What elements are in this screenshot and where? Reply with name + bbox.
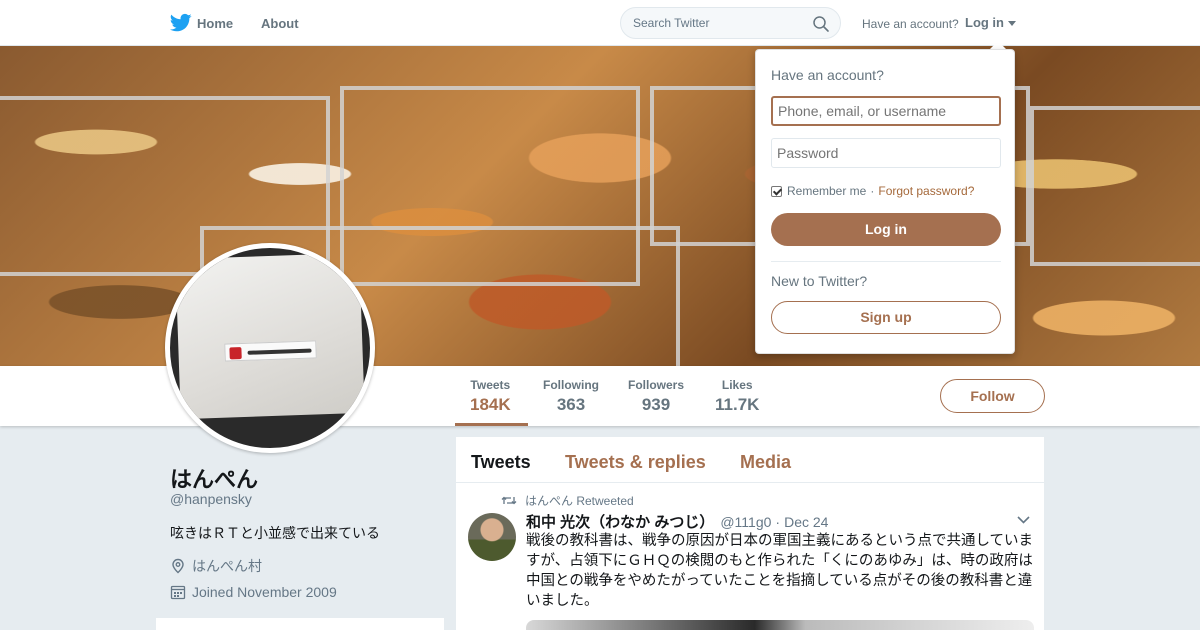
profile-location: はんぺん村	[170, 556, 262, 576]
profile-handle[interactable]: @hanpensky	[170, 491, 252, 507]
new-to-twitter-text: New to Twitter?	[771, 273, 868, 289]
tweet-author-avatar[interactable]	[468, 513, 516, 561]
stat-label: Tweets	[470, 378, 511, 392]
tweet-header: 和中 光次（わなか みつじ） @111g0 · Dec 24	[526, 511, 828, 532]
login-button[interactable]: Log in	[771, 213, 1001, 246]
location-text[interactable]: はんぺん村	[192, 556, 262, 576]
stat-following[interactable]: Following 363	[543, 378, 599, 415]
dropdown-divider	[771, 261, 1001, 262]
stat-label: Following	[543, 378, 599, 392]
sidebar-card	[156, 618, 444, 630]
tweet-timestamp[interactable]: Dec 24	[784, 514, 828, 530]
tab-media[interactable]: Media	[740, 452, 791, 473]
calendar-icon	[170, 585, 186, 600]
joined-text: Joined November 2009	[192, 584, 337, 600]
dropdown-title: Have an account?	[771, 67, 884, 83]
stat-likes[interactable]: Likes 11.7K	[715, 378, 759, 415]
nav-about-link[interactable]: About	[261, 16, 299, 31]
login-dropdown-toggle[interactable]: Log in	[965, 15, 1004, 30]
stat-value: 363	[556, 395, 586, 414]
profile-bio: 呟きはＲＴと小並感で出来ている	[170, 525, 380, 541]
retweeted-by-text[interactable]: はんぺん Retweeted	[525, 492, 634, 509]
label-ink	[247, 348, 312, 355]
stat-tweets[interactable]: Tweets 184K	[470, 378, 511, 415]
remember-me-checkbox[interactable]	[771, 185, 782, 197]
separator-dot: ·	[870, 184, 875, 198]
remember-me-label[interactable]: Remember me	[787, 184, 866, 198]
separator-dot: ·	[775, 514, 781, 530]
profile-name: はんぺん	[170, 467, 259, 492]
top-navigation: Home About Search Twitter Have an accoun…	[0, 0, 1200, 46]
retweet-context: はんぺん Retweeted	[501, 492, 634, 509]
username-field[interactable]	[771, 96, 1001, 126]
dropdown-arrow	[990, 41, 1006, 49]
have-account-text: Have an account?	[862, 17, 959, 31]
search-input[interactable]: Search Twitter	[620, 7, 841, 39]
forgot-password-link[interactable]: Forgot password?	[878, 184, 974, 198]
login-dropdown: Have an account? Remember me · Forgot pa…	[755, 49, 1015, 354]
caret-down-icon[interactable]	[1008, 21, 1016, 26]
product-label	[224, 340, 317, 362]
stat-value: 939	[641, 395, 671, 414]
tweet-author-handle[interactable]: @111g0	[720, 514, 771, 530]
active-stat-underline	[455, 423, 528, 426]
stat-label: Likes	[721, 378, 753, 392]
search-icon[interactable]	[812, 15, 830, 33]
tweet-media-image[interactable]	[526, 620, 1034, 630]
stat-value: 11.7K	[715, 395, 760, 414]
red-seal-icon	[229, 347, 242, 360]
tweet-text: 戦後の教科書は、戦争の原因が日本の軍国主義にあるという点で共通していますが、占領…	[526, 533, 1034, 609]
password-field[interactable]	[771, 138, 1001, 168]
remember-row: Remember me · Forgot password?	[771, 184, 974, 198]
location-pin-icon	[172, 558, 184, 574]
retweet-icon	[501, 496, 517, 505]
search-placeholder: Search Twitter	[633, 16, 710, 30]
stat-followers[interactable]: Followers 939	[628, 378, 684, 415]
follow-button[interactable]: Follow	[940, 379, 1045, 413]
tab-tweets[interactable]: Tweets	[471, 452, 531, 473]
tweet-author-name[interactable]: 和中 光次（わなか みつじ）	[526, 511, 714, 532]
signup-button[interactable]: Sign up	[771, 301, 1001, 334]
tab-tweets-replies[interactable]: Tweets & replies	[565, 452, 706, 473]
stat-value: 184K	[470, 395, 511, 414]
stat-label: Followers	[628, 378, 685, 392]
timeline-tabs: Tweets Tweets & replies Media	[456, 437, 1044, 483]
banner-tray	[1030, 106, 1200, 266]
chevron-down-icon[interactable]	[1017, 516, 1030, 524]
profile-joined: Joined November 2009	[170, 584, 337, 600]
timeline: Tweets Tweets & replies Media はんぺん Retwe…	[456, 437, 1044, 630]
twitter-bird-icon[interactable]	[170, 13, 192, 33]
profile-avatar[interactable]	[165, 243, 375, 453]
avatar-image	[175, 252, 365, 420]
nav-home-link[interactable]: Home	[197, 16, 233, 31]
